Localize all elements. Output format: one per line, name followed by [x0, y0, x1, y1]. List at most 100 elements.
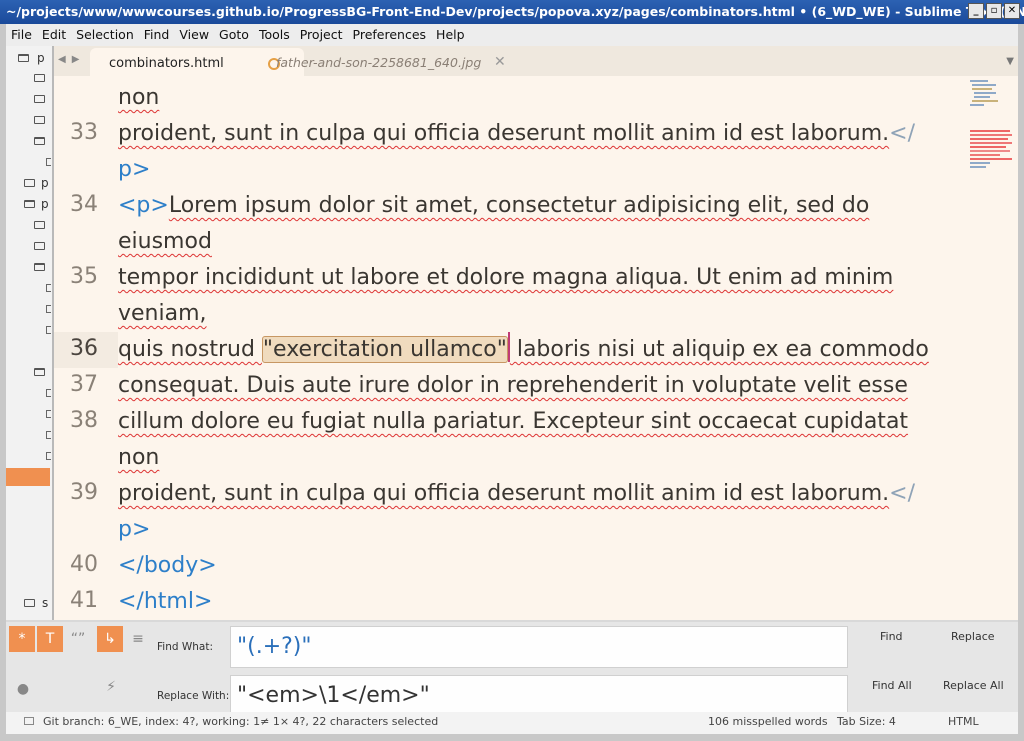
- replace-input[interactable]: "<em>\1</em>": [230, 675, 848, 717]
- maximize-button[interactable]: ▫: [986, 3, 1002, 19]
- tab-label: combinators.html: [109, 56, 224, 71]
- menu-view[interactable]: View: [174, 24, 214, 46]
- replace-all-button[interactable]: Replace All: [943, 679, 1004, 692]
- replace-button[interactable]: Replace: [951, 630, 995, 643]
- menu-preferences[interactable]: Preferences: [348, 24, 432, 46]
- code-tag: p>: [118, 157, 151, 182]
- code-line: tempor incididunt ut labore et dolore ma…: [118, 260, 893, 296]
- tab-bar: ◀▶ combinators.html father-and-son-22586…: [54, 46, 1018, 76]
- menu-find[interactable]: Find: [139, 24, 175, 46]
- file-icon[interactable]: [46, 158, 51, 166]
- whole-word-toggle[interactable]: “”: [65, 626, 91, 652]
- sidebar-item-folder[interactable]: p: [6, 50, 50, 66]
- code-line: proident, sunt in culpa qui officia dese…: [118, 476, 915, 512]
- folder-open-icon: [24, 200, 35, 208]
- line-number: 35: [70, 264, 98, 289]
- code-line: consequat. Duis aute irure dolor in repr…: [118, 368, 908, 404]
- close-button[interactable]: ✕: [1004, 3, 1020, 19]
- find-label: Find What:: [157, 641, 213, 653]
- window-title: ~/projects/www/wwwcourses.github.io/Prog…: [6, 4, 1024, 19]
- code-line: </html>: [118, 584, 212, 620]
- menu-goto[interactable]: Goto: [214, 24, 254, 46]
- folder-icon[interactable]: [34, 242, 45, 250]
- replace-label: Replace With:: [157, 690, 230, 702]
- status-bar: Git branch: 6_WE, index: 4?, working: 1≠…: [6, 712, 1018, 734]
- code-tag: p>: [118, 517, 151, 542]
- tab-scroll-arrows-icon[interactable]: ◀▶: [58, 54, 85, 65]
- sidebar-item-folder[interactable]: p: [6, 197, 50, 213]
- line-number: 41: [70, 588, 98, 613]
- misspelled-count[interactable]: 106 misspelled words: [708, 712, 828, 732]
- code-text: proident, sunt in culpa qui officia dese…: [118, 481, 890, 506]
- window-frame-right: [1018, 24, 1024, 741]
- menu-edit[interactable]: Edit: [37, 24, 71, 46]
- find-button[interactable]: Find: [880, 630, 903, 643]
- syntax-mode[interactable]: HTML: [948, 712, 979, 732]
- window-frame-bottom: [0, 734, 1024, 741]
- find-all-button[interactable]: Find All: [872, 679, 912, 692]
- tab-size[interactable]: Tab Size: 4: [837, 712, 896, 732]
- tab-list-chevron-down-icon[interactable]: ▼: [1006, 56, 1014, 67]
- folder-icon[interactable]: [34, 74, 45, 82]
- sidebar-selected-item[interactable]: [6, 468, 50, 486]
- file-icon[interactable]: [46, 326, 51, 334]
- minimap[interactable]: [968, 78, 1014, 178]
- lightning-icon[interactable]: ⚡: [98, 674, 124, 700]
- menu-file[interactable]: File: [6, 24, 37, 46]
- file-icon[interactable]: [46, 410, 51, 418]
- line-number-current: 36: [70, 336, 98, 361]
- menu-help[interactable]: Help: [431, 24, 470, 46]
- find-input[interactable]: "(.+?)": [230, 626, 848, 668]
- code-line: </body>: [118, 548, 217, 584]
- folder-icon[interactable]: [34, 221, 45, 229]
- file-icon[interactable]: [46, 452, 51, 460]
- code-tag: </: [889, 121, 916, 146]
- line-number: 33: [70, 120, 98, 145]
- code-line: non: [118, 440, 159, 476]
- line-number: 34: [70, 192, 98, 217]
- tab-father-and-son-jpg[interactable]: father-and-son-2258681_640.jpg ✕: [276, 54, 506, 70]
- file-icon[interactable]: [46, 305, 51, 313]
- line-number: 39: [70, 480, 98, 505]
- file-icon[interactable]: [46, 284, 51, 292]
- wrap-toggle[interactable]: ↳: [97, 626, 123, 652]
- code-line: cillum dolore eu fugiat nulla pariatur. …: [118, 404, 908, 440]
- file-icon[interactable]: [46, 389, 51, 397]
- code-line: veniam,: [118, 296, 207, 332]
- close-tab-icon[interactable]: ✕: [494, 54, 506, 70]
- code-text: consequat. Duis aute irure dolor in repr…: [118, 373, 908, 398]
- file-icon[interactable]: [46, 431, 51, 439]
- lock-icon[interactable]: ●: [10, 676, 36, 702]
- sidebar-item-folder[interactable]: s: [6, 596, 50, 612]
- sidebar-item-label: p: [41, 176, 49, 190]
- minimize-button[interactable]: _: [968, 3, 984, 19]
- sidebar-item-folder[interactable]: p: [6, 176, 50, 192]
- code-tag: </: [889, 481, 916, 506]
- code-line: <p>Lorem ipsum dolor sit amet, consectet…: [118, 188, 869, 224]
- folder-open-icon[interactable]: [34, 137, 45, 145]
- code-text: non: [118, 85, 160, 110]
- title-bar: ~/projects/www/wwwcourses.github.io/Prog…: [0, 0, 1024, 24]
- code-line: proident, sunt in culpa qui officia dese…: [118, 116, 915, 152]
- menu-tools[interactable]: Tools: [254, 24, 295, 46]
- in-selection-toggle[interactable]: ≡: [125, 626, 151, 652]
- code-text: tempor incididunt ut labore et dolore ma…: [118, 265, 894, 290]
- tab-combinators-html[interactable]: combinators.html: [90, 48, 304, 76]
- folder-icon[interactable]: [34, 116, 45, 124]
- code-editor[interactable]: 33 34 35 36 37 38 39 40 41 non proident,…: [54, 76, 1018, 620]
- folder-open-icon: [18, 54, 29, 62]
- folder-open-icon[interactable]: [34, 368, 45, 376]
- regex-toggle[interactable]: *: [9, 626, 35, 652]
- code-tag: </body>: [118, 553, 217, 578]
- selected-text[interactable]: "exercitation ullamco": [261, 336, 508, 363]
- folder-open-icon[interactable]: [34, 263, 45, 271]
- line-number: 37: [70, 372, 98, 397]
- code-text: quis nostrud: [118, 337, 262, 362]
- find-replace-panel: * T “” ↳ ≡ ● ⚡ Find What: Replace With: …: [6, 622, 1018, 717]
- folder-icon[interactable]: [34, 95, 45, 103]
- code-line: p>: [118, 152, 150, 188]
- menu-selection[interactable]: Selection: [71, 24, 139, 46]
- case-sensitive-toggle[interactable]: T: [37, 626, 63, 652]
- panel-toggle-icon[interactable]: [24, 717, 34, 725]
- menu-project[interactable]: Project: [295, 24, 348, 46]
